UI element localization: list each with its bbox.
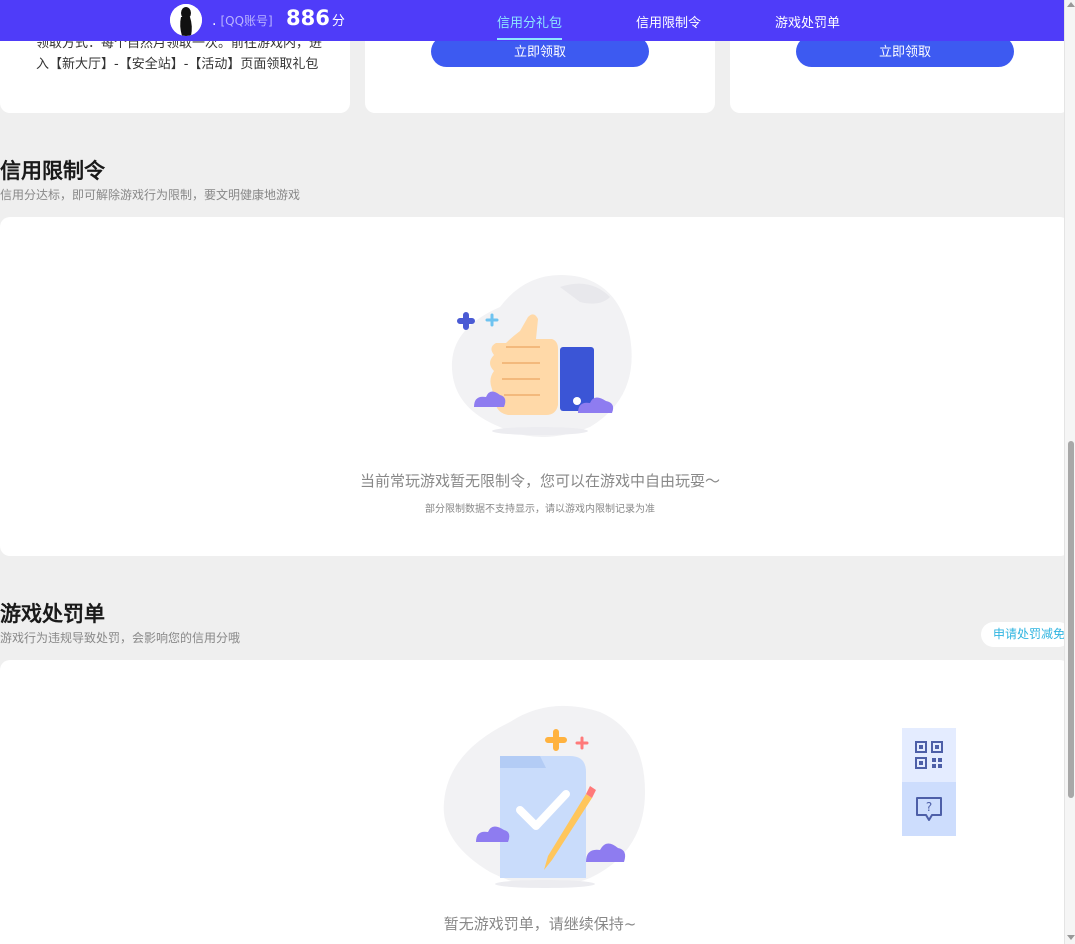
credit-score: 886 分 <box>286 6 345 30</box>
avatar-silhouette-icon <box>170 4 202 36</box>
restriction-section-subtitle: 信用分达标，即可解除游戏行为限制，要文明健康地游戏 <box>0 188 301 202</box>
penalty-section-title: 游戏处罚单 <box>0 602 105 626</box>
restriction-panel: 当前常玩游戏暂无限制令，您可以在游戏中自由玩耍～ 部分限制数据不支持显示，请以游… <box>0 217 1070 556</box>
penalty-section-subtitle: 游戏行为违规导致处罚，会影响您的信用分哦 <box>0 631 241 645</box>
credit-score-unit: 分 <box>331 14 345 29</box>
restriction-empty-message: 当前常玩游戏暂无限制令，您可以在游戏中自由玩耍～ <box>359 472 720 490</box>
account-nickname: . <box>212 13 217 29</box>
floating-toolbar: ? <box>902 728 956 836</box>
account-info: . [QQ账号] <box>212 12 273 29</box>
apply-penalty-reduction-button[interactable]: 申请处罚减免 <box>981 622 1071 647</box>
top-nav-bar: . [QQ账号] 886 分 信用分礼包 信用限制令 游戏处罚单 <box>0 0 1064 41</box>
tab-credit-gift[interactable]: 信用分礼包 <box>497 12 563 40</box>
page-scrollbar[interactable] <box>1064 0 1075 944</box>
scroll-up-arrow-icon[interactable] <box>1067 2 1075 7</box>
credit-score-value: 886 <box>286 6 330 30</box>
restriction-section-title: 信用限制令 <box>0 159 105 183</box>
thumbs-up-illustration-icon <box>451 275 632 437</box>
penalty-empty-message: 暂无游戏罚单，请继续保持~ <box>443 915 637 933</box>
avatar[interactable] <box>170 4 202 36</box>
tab-game-penalty[interactable]: 游戏处罚单 <box>775 12 840 31</box>
help-chat-icon: ? <box>916 797 942 821</box>
scroll-thumb[interactable] <box>1068 441 1074 798</box>
qr-code-icon <box>915 741 943 769</box>
account-type-label: [QQ账号] <box>220 14 273 28</box>
tab-credit-restriction[interactable]: 信用限制令 <box>636 12 701 31</box>
help-feedback-button[interactable]: ? <box>902 782 956 836</box>
qr-code-button[interactable] <box>902 728 956 782</box>
svg-text:?: ? <box>926 800 932 814</box>
restriction-empty-note: 部分限制数据不支持显示，请以游戏内限制记录为准 <box>425 504 655 515</box>
scroll-down-arrow-icon[interactable] <box>1067 935 1075 940</box>
clipboard-check-illustration-icon <box>443 705 645 888</box>
